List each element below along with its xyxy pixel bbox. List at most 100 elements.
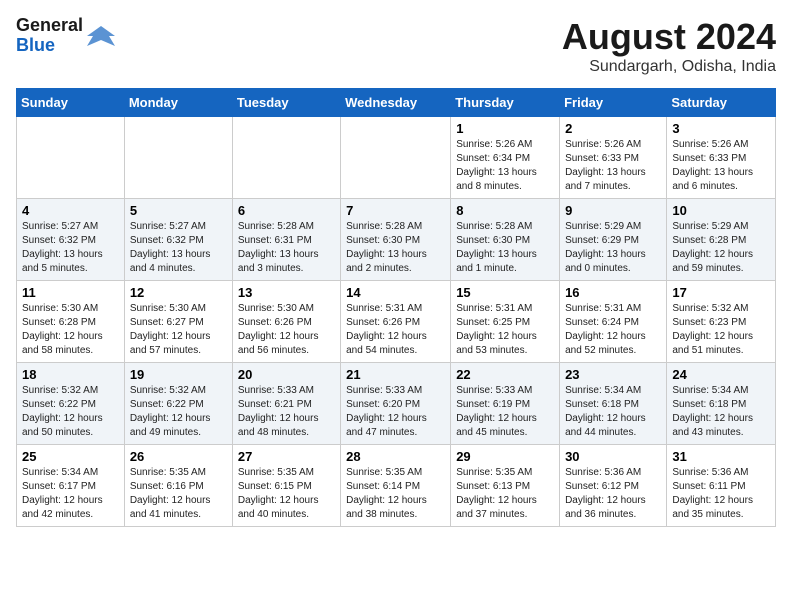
day-number: 30: [565, 449, 661, 464]
calendar-cell: 5Sunrise: 5:27 AM Sunset: 6:32 PM Daylig…: [124, 199, 232, 281]
calendar-cell: 2 Sunrise: 5:26 AM Sunset: 6:33 PM Daylig…: [560, 117, 667, 199]
day-number: 26: [130, 449, 227, 464]
page-subtitle: Sundargarh, Odisha, India: [562, 58, 776, 76]
day-number: 23: [565, 367, 661, 382]
header-sunday: Sunday: [17, 89, 125, 117]
title-area: August 2024 Sundargarh, Odisha, India: [562, 16, 776, 76]
day-number: 12: [130, 285, 227, 300]
calendar-cell: 16 Sunrise: 5:31 AM Sunset: 6:24 PM Dayli…: [560, 281, 667, 363]
day-number: 15: [456, 285, 554, 300]
day-number: 19: [130, 367, 227, 382]
logo-bird-icon: [87, 22, 115, 50]
calendar-cell: 27 Sunrise: 5:35 AM Sunset: 6:15 PM Dayli…: [232, 445, 340, 527]
day-info: Sunrise: 5:33 AM Sunset: 6:20 PM Dayligh…: [346, 384, 445, 440]
day-number: 24: [672, 367, 770, 382]
day-number: 1: [456, 121, 554, 136]
day-number: 5: [130, 203, 227, 218]
day-number: 31: [672, 449, 770, 464]
logo: General Blue: [16, 16, 115, 56]
day-info: Sunrise: 5:34 AM Sunset: 6:18 PM Dayligh…: [565, 384, 661, 440]
calendar-cell: 21Sunrise: 5:33 AM Sunset: 6:20 PM Dayli…: [341, 363, 451, 445]
calendar-cell: 9 Sunrise: 5:29 AM Sunset: 6:29 PM Daylig…: [560, 199, 667, 281]
day-number: 16: [565, 285, 661, 300]
week-row-4: 18Sunrise: 5:32 AM Sunset: 6:22 PM Dayli…: [17, 363, 776, 445]
day-info: Sunrise: 5:34 AM Sunset: 6:18 PM Dayligh…: [672, 384, 770, 440]
page-title: August 2024: [562, 16, 776, 58]
day-number: 27: [238, 449, 335, 464]
calendar-cell: [124, 117, 232, 199]
day-number: 3: [672, 121, 770, 136]
calendar-cell: 14Sunrise: 5:31 AM Sunset: 6:26 PM Dayli…: [341, 281, 451, 363]
calendar-body: 1 Sunrise: 5:26 AM Sunset: 6:34 PM Daylig…: [17, 117, 776, 527]
header-monday: Monday: [124, 89, 232, 117]
calendar-cell: 12 Sunrise: 5:30 AM Sunset: 6:27 PM Dayli…: [124, 281, 232, 363]
calendar-cell: 13 Sunrise: 5:30 AM Sunset: 6:26 PM Dayli…: [232, 281, 340, 363]
calendar-cell: [232, 117, 340, 199]
logo-line1: General: [16, 16, 83, 36]
day-info: Sunrise: 5:35 AM Sunset: 6:14 PM Dayligh…: [346, 466, 445, 522]
day-number: 2: [565, 121, 661, 136]
day-number: 10: [672, 203, 770, 218]
week-row-3: 11 Sunrise: 5:30 AM Sunset: 6:28 PM Dayli…: [17, 281, 776, 363]
calendar-cell: 30 Sunrise: 5:36 AM Sunset: 6:12 PM Dayli…: [560, 445, 667, 527]
day-info: Sunrise: 5:29 AM Sunset: 6:29 PM Dayligh…: [565, 220, 661, 276]
calendar-cell: 18Sunrise: 5:32 AM Sunset: 6:22 PM Dayli…: [17, 363, 125, 445]
calendar-cell: [341, 117, 451, 199]
calendar-cell: 24 Sunrise: 5:34 AM Sunset: 6:18 PM Dayli…: [667, 363, 776, 445]
calendar-cell: 20Sunrise: 5:33 AM Sunset: 6:21 PM Dayli…: [232, 363, 340, 445]
calendar-cell: 22 Sunrise: 5:33 AM Sunset: 6:19 PM Dayli…: [451, 363, 560, 445]
calendar-cell: 26 Sunrise: 5:35 AM Sunset: 6:16 PM Dayli…: [124, 445, 232, 527]
day-info: Sunrise: 5:36 AM Sunset: 6:11 PM Dayligh…: [672, 466, 770, 522]
day-number: 9: [565, 203, 661, 218]
day-number: 25: [22, 449, 119, 464]
day-info: Sunrise: 5:28 AM Sunset: 6:31 PM Dayligh…: [238, 220, 335, 276]
day-number: 11: [22, 285, 119, 300]
calendar-cell: 8 Sunrise: 5:28 AM Sunset: 6:30 PM Daylig…: [451, 199, 560, 281]
day-number: 13: [238, 285, 335, 300]
day-info: Sunrise: 5:34 AM Sunset: 6:17 PM Dayligh…: [22, 466, 119, 522]
calendar-table: SundayMondayTuesdayWednesdayThursdayFrid…: [16, 88, 776, 527]
day-info: Sunrise: 5:35 AM Sunset: 6:16 PM Dayligh…: [130, 466, 227, 522]
day-info: Sunrise: 5:28 AM Sunset: 6:30 PM Dayligh…: [456, 220, 554, 276]
calendar-cell: 7 Sunrise: 5:28 AM Sunset: 6:30 PM Daylig…: [341, 199, 451, 281]
day-number: 20: [238, 367, 335, 382]
day-info: Sunrise: 5:30 AM Sunset: 6:28 PM Dayligh…: [22, 302, 119, 358]
calendar-cell: 15 Sunrise: 5:31 AM Sunset: 6:25 PM Dayli…: [451, 281, 560, 363]
calendar-cell: 4Sunrise: 5:27 AM Sunset: 6:32 PM Daylig…: [17, 199, 125, 281]
day-info: Sunrise: 5:28 AM Sunset: 6:30 PM Dayligh…: [346, 220, 445, 276]
calendar-cell: 1 Sunrise: 5:26 AM Sunset: 6:34 PM Daylig…: [451, 117, 560, 199]
calendar-cell: 23 Sunrise: 5:34 AM Sunset: 6:18 PM Dayli…: [560, 363, 667, 445]
day-info: Sunrise: 5:26 AM Sunset: 6:33 PM Dayligh…: [565, 138, 661, 194]
calendar-header: SundayMondayTuesdayWednesdayThursdayFrid…: [17, 89, 776, 117]
day-info: Sunrise: 5:29 AM Sunset: 6:28 PM Dayligh…: [672, 220, 770, 276]
week-row-2: 4Sunrise: 5:27 AM Sunset: 6:32 PM Daylig…: [17, 199, 776, 281]
day-info: Sunrise: 5:26 AM Sunset: 6:34 PM Dayligh…: [456, 138, 554, 194]
day-info: Sunrise: 5:36 AM Sunset: 6:12 PM Dayligh…: [565, 466, 661, 522]
calendar-cell: 29Sunrise: 5:35 AM Sunset: 6:13 PM Dayli…: [451, 445, 560, 527]
day-info: Sunrise: 5:30 AM Sunset: 6:27 PM Dayligh…: [130, 302, 227, 358]
day-info: Sunrise: 5:27 AM Sunset: 6:32 PM Dayligh…: [22, 220, 119, 276]
day-info: Sunrise: 5:33 AM Sunset: 6:19 PM Dayligh…: [456, 384, 554, 440]
calendar-cell: 28 Sunrise: 5:35 AM Sunset: 6:14 PM Dayli…: [341, 445, 451, 527]
header-thursday: Thursday: [451, 89, 560, 117]
day-info: Sunrise: 5:35 AM Sunset: 6:15 PM Dayligh…: [238, 466, 335, 522]
day-number: 6: [238, 203, 335, 218]
day-number: 7: [346, 203, 445, 218]
day-number: 28: [346, 449, 445, 464]
day-info: Sunrise: 5:31 AM Sunset: 6:24 PM Dayligh…: [565, 302, 661, 358]
day-info: Sunrise: 5:30 AM Sunset: 6:26 PM Dayligh…: [238, 302, 335, 358]
header-row: SundayMondayTuesdayWednesdayThursdayFrid…: [17, 89, 776, 117]
week-row-1: 1 Sunrise: 5:26 AM Sunset: 6:34 PM Daylig…: [17, 117, 776, 199]
day-number: 8: [456, 203, 554, 218]
calendar-cell: 10 Sunrise: 5:29 AM Sunset: 6:28 PM Dayli…: [667, 199, 776, 281]
calendar-cell: 19Sunrise: 5:32 AM Sunset: 6:22 PM Dayli…: [124, 363, 232, 445]
calendar-cell: 6 Sunrise: 5:28 AM Sunset: 6:31 PM Daylig…: [232, 199, 340, 281]
logo-line2: Blue: [16, 36, 83, 56]
day-number: 22: [456, 367, 554, 382]
calendar-cell: 17Sunrise: 5:32 AM Sunset: 6:23 PM Dayli…: [667, 281, 776, 363]
day-info: Sunrise: 5:32 AM Sunset: 6:22 PM Dayligh…: [22, 384, 119, 440]
week-row-5: 25 Sunrise: 5:34 AM Sunset: 6:17 PM Dayli…: [17, 445, 776, 527]
header-wednesday: Wednesday: [341, 89, 451, 117]
day-info: Sunrise: 5:31 AM Sunset: 6:25 PM Dayligh…: [456, 302, 554, 358]
header-friday: Friday: [560, 89, 667, 117]
